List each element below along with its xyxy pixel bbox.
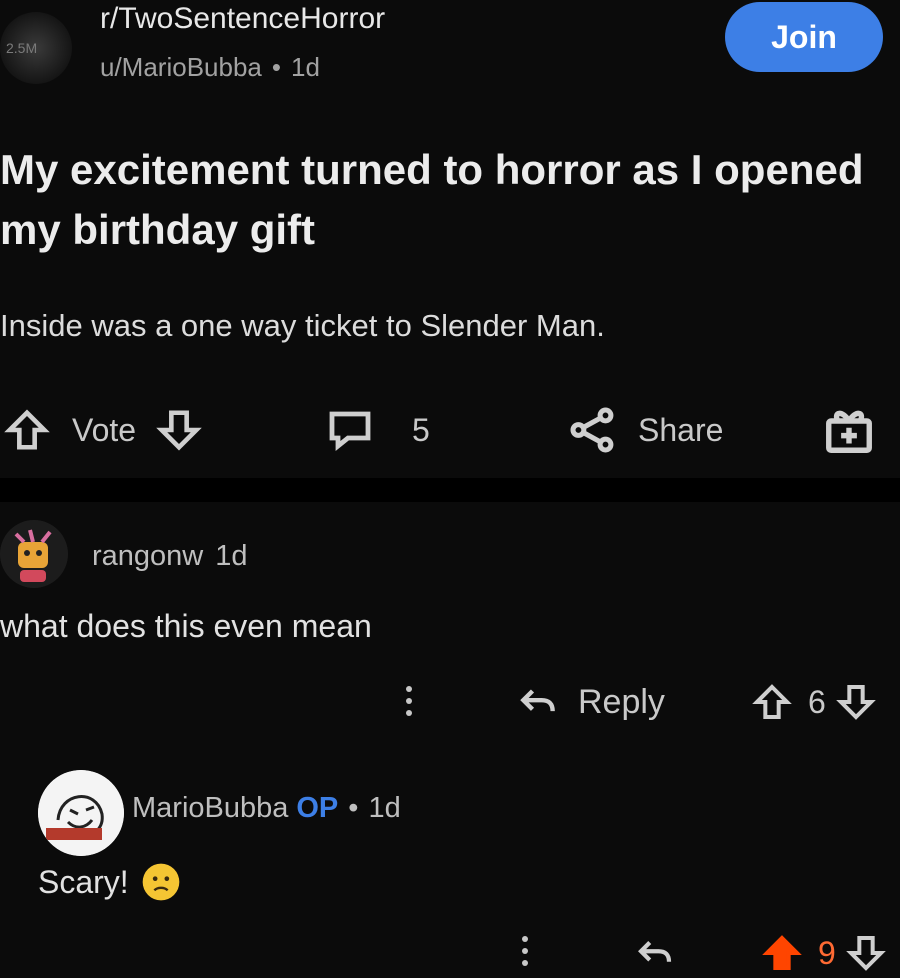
more-options-icon[interactable] [406, 686, 412, 716]
comment-meta: rangonw 1d [92, 540, 248, 573]
subreddit-name[interactable]: r/TwoSentenceHorror [100, 2, 385, 36]
reply-icon [638, 941, 672, 962]
more-options-icon[interactable] [522, 936, 528, 966]
share-icon [570, 407, 614, 453]
post-action-bar: Vote 5 Share [0, 400, 900, 460]
post-title[interactable]: My excitement turned to horror as I open… [0, 140, 880, 260]
comment-username[interactable]: MarioBubba [132, 792, 288, 825]
comment-text: Scary! [38, 863, 129, 900]
post-body: Inside was a one way ticket to Slender M… [0, 308, 605, 343]
downvote-icon[interactable] [835, 682, 876, 722]
comment-avatar[interactable] [38, 770, 124, 856]
comment-username[interactable]: rangonw [92, 540, 203, 573]
comment-action-bar: 9 [0, 928, 900, 978]
vote-label: Vote [72, 411, 137, 448]
reply-button[interactable]: Reply [516, 672, 665, 732]
op-badge: OP [296, 792, 339, 824]
upvote-icon[interactable] [4, 407, 50, 453]
vote-count: 9 [818, 934, 836, 971]
reply-label: Reply [578, 682, 665, 721]
reply-icon [520, 689, 555, 712]
subreddit-avatar[interactable]: 2.5M [0, 12, 72, 84]
comment-time: 1d [368, 792, 401, 824]
comment-icon [329, 411, 371, 451]
upvote-icon[interactable] [752, 682, 792, 722]
downvote-icon[interactable] [845, 933, 886, 973]
share-button[interactable]: Share [568, 400, 723, 460]
downvote-icon[interactable] [156, 407, 202, 453]
vote-group: Vote [4, 400, 202, 460]
comment-text: what does this even mean [0, 608, 372, 644]
meta-separator: • [348, 792, 359, 824]
comment-meta: MarioBubba OP • 1d [132, 792, 401, 825]
comment-body: Scary! [38, 862, 181, 902]
award-button[interactable] [822, 400, 876, 460]
meta-separator: • [271, 52, 281, 82]
comment-count: 5 [412, 411, 430, 448]
post-author[interactable]: u/MarioBubba [100, 52, 262, 83]
comment-action-bar: Reply 6 [0, 672, 900, 732]
comment-time: 1d [215, 540, 248, 572]
post-meta: u/MarioBubba • 1d [100, 52, 320, 83]
join-button[interactable]: Join [725, 2, 883, 72]
subreddit-avatar-text: 2.5M [6, 40, 38, 56]
share-label: Share [638, 411, 724, 448]
snoo-avatar-icon [0, 520, 68, 588]
vote-count: 6 [808, 683, 826, 720]
comments-button[interactable]: 5 [326, 400, 430, 460]
worried-emoji-icon [142, 863, 180, 901]
award-gift-icon [826, 410, 872, 453]
rage-face-avatar-icon [38, 770, 124, 856]
comment-vote-group: 6 [752, 672, 876, 732]
reply-button[interactable] [634, 928, 676, 978]
section-divider [0, 478, 900, 502]
comment-avatar[interactable] [0, 520, 68, 588]
comment-vote-group: 9 [762, 928, 886, 978]
post-time: 1d [291, 52, 320, 82]
upvote-filled-icon[interactable] [762, 933, 802, 973]
